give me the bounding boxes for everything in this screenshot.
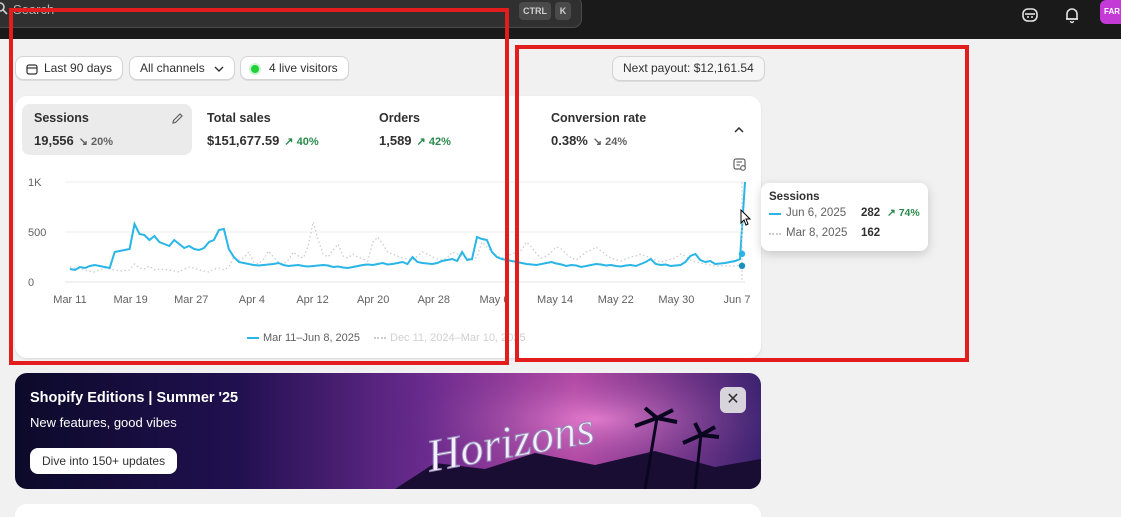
x-tick-label: Apr 12 <box>296 294 328 306</box>
search-input[interactable]: Search CTRL K <box>0 0 582 28</box>
pencil-icon[interactable] <box>171 112 184 125</box>
top-bar: Search CTRL K FAR <box>0 0 1121 39</box>
hover-dot-current <box>738 250 746 257</box>
close-icon[interactable]: ✕ <box>720 387 746 413</box>
live-visitors-label: 4 live visitors <box>269 61 338 75</box>
date-range-button[interactable]: Last 90 days <box>15 56 124 80</box>
metric-sessions[interactable]: Sessions 19,556 ↘ 20% <box>22 104 192 155</box>
legend-current-swatch-icon <box>247 337 259 340</box>
x-tick-label: May 22 <box>598 294 634 306</box>
bell-icon[interactable] <box>1063 6 1081 24</box>
metric-label: Conversion rate <box>551 111 647 125</box>
tooltip-date: Jun 6, 2025 <box>786 207 847 219</box>
x-tick-label: Apr 20 <box>357 294 389 306</box>
metric-change: ↘ 24% <box>592 136 628 148</box>
banner-subtitle: New features, good vibes <box>30 415 177 430</box>
hover-dot-previous <box>738 262 746 269</box>
tooltip-title: Sessions <box>769 191 820 203</box>
next-card <box>15 504 761 517</box>
x-tick-label: May 6 <box>479 294 509 306</box>
search-icon <box>0 2 8 15</box>
legend-current: Mar 11–Jun 8, 2025 <box>247 332 360 344</box>
calendar-icon <box>26 64 38 75</box>
tooltip-date: Mar 8, 2025 <box>786 227 848 239</box>
metric-value: 19,556 <box>34 133 74 148</box>
tooltip-row-current: Jun 6, 2025 282 ↗ 74% <box>769 204 920 223</box>
chevron-up-icon[interactable] <box>733 125 745 135</box>
x-tick-label: Jun 7 <box>724 294 751 306</box>
chevron-down-icon <box>214 66 224 72</box>
shortcut-ctrl-key: CTRL <box>519 2 551 20</box>
metric-change: ↗ 40% <box>284 136 319 148</box>
tooltip-previous-swatch-icon <box>769 233 781 235</box>
horizons-art: Horizons <box>395 373 761 489</box>
y-tick-label: 0 <box>28 277 34 289</box>
legend-previous-swatch-icon <box>374 337 386 340</box>
x-tick-label: May 14 <box>537 294 573 306</box>
sidekick-icon[interactable] <box>1021 6 1039 24</box>
metric-change: ↘ 20% <box>78 136 114 148</box>
metric-orders[interactable]: Orders 1,589 ↗ 42% <box>367 104 537 155</box>
metric-value: 1,589 <box>379 133 412 148</box>
y-tick-label: 500 <box>28 227 46 239</box>
metric-label: Sessions <box>34 111 89 125</box>
mouse-cursor-icon <box>740 209 752 226</box>
sessions-chart[interactable]: 1K 500 0 Mar 11 Mar 19 Mar 27 Apr 4 Apr 12 Apr 2… <box>15 172 761 312</box>
legend-previous: Dec 11, 2024–Mar 10, 2025 <box>374 332 526 344</box>
editions-banner: Horizons Shopify Editions | Summer '25 N… <box>15 373 761 489</box>
metric-value: 0.38% <box>551 133 588 148</box>
live-visitors-button[interactable]: 4 live visitors <box>240 56 349 80</box>
channels-dropdown[interactable]: All channels <box>129 56 236 80</box>
series-line-current <box>69 181 746 272</box>
x-tick-label: Apr 4 <box>239 294 265 306</box>
analytics-card: Sessions 19,556 ↘ 20% Total sales $151,67… <box>15 96 761 358</box>
tooltip-current-swatch-icon <box>769 213 781 215</box>
x-tick-label: Mar 19 <box>114 294 148 306</box>
x-tick-label: Mar 11 <box>53 294 86 306</box>
shortcut-k-key: K <box>555 2 571 20</box>
search-placeholder: Search <box>13 2 55 17</box>
metric-label: Orders <box>379 111 420 125</box>
tooltip-value: 162 <box>861 227 881 239</box>
banner-title: Shopify Editions | Summer '25 <box>30 390 239 406</box>
dive-into-updates-button[interactable]: Dive into 150+ updates <box>30 448 178 474</box>
metric-value: $151,677.59 <box>207 133 280 148</box>
x-tick-label: May 30 <box>658 294 694 306</box>
metric-change: ↗ 42% <box>416 136 451 148</box>
channels-label: All channels <box>140 61 205 75</box>
tooltip-row-previous: Mar 8, 2025 162 <box>769 224 920 243</box>
y-tick-label: 1K <box>28 177 42 189</box>
metric-total-sales[interactable]: Total sales $151,677.59 ↗ 40% <box>195 104 365 155</box>
next-payout-button[interactable]: Next payout: $12,161.54 <box>612 56 765 81</box>
date-range-label: Last 90 days <box>44 61 113 75</box>
x-tick-label: Apr 28 <box>418 294 450 306</box>
live-indicator-icon <box>251 64 259 73</box>
metric-conversion-rate[interactable]: Conversion rate 0.38% ↘ 24% <box>539 104 709 155</box>
tooltip-change: ↗ 74% <box>887 207 920 219</box>
chart-settings-icon[interactable] <box>733 158 747 172</box>
tooltip-value: 282 <box>861 207 881 219</box>
avatar[interactable]: FAR <box>1100 0 1121 24</box>
metric-label: Total sales <box>207 111 271 125</box>
x-tick-label: Mar 27 <box>174 294 208 306</box>
chart-tooltip: Sessions Jun 6, 2025 282 ↗ 74% Mar 8, 20… <box>761 183 928 251</box>
